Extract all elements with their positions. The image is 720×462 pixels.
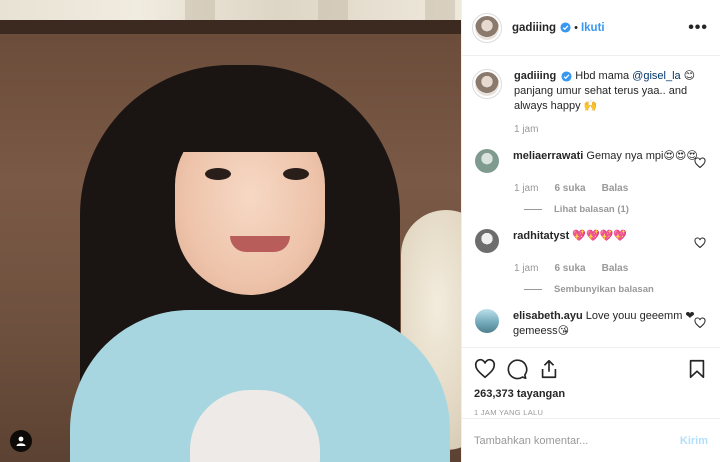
wall-tile (425, 0, 455, 22)
child-eye (205, 168, 231, 180)
divider (524, 289, 542, 290)
reply-button[interactable]: Balas (602, 263, 629, 274)
comment-item: elisabeth.ayu Love youu geeemm ❤ gemeess… (472, 309, 708, 339)
comment-input[interactable] (474, 434, 680, 447)
view-replies-label: Lihat balasan (1) (554, 204, 629, 215)
header-username[interactable]: gadiiing (512, 22, 556, 34)
avatar[interactable] (475, 229, 499, 253)
child-eye (283, 168, 309, 180)
caption-username[interactable]: gadiiing (514, 70, 556, 82)
heart-icon[interactable] (694, 157, 706, 169)
heart-icon[interactable] (694, 317, 706, 329)
comment-item: radhitatyst 💖💖💖💖 (472, 229, 708, 253)
comment-text: 💖💖💖💖 (572, 230, 628, 242)
post-header: gadiiing • Ikuti ••• (462, 0, 720, 56)
headboard-rim (0, 20, 461, 34)
comment-likes[interactable]: 6 suka (554, 263, 585, 274)
hide-replies-label: Sembunyikan balasan (554, 284, 654, 295)
divider (524, 209, 542, 210)
comment-time[interactable]: 1 jam (514, 263, 538, 274)
avatar[interactable] (472, 12, 502, 43)
comment-time[interactable]: 1 jam (514, 183, 538, 194)
verified-badge-icon (560, 22, 571, 33)
comments-list[interactable]: gadiiing Hbd mama @gisel_la 😊 panjang um… (462, 57, 720, 347)
follow-button[interactable]: Ikuti (581, 22, 605, 34)
share-icon[interactable] (538, 358, 560, 380)
avatar[interactable] (475, 149, 499, 173)
heart-icon[interactable] (694, 237, 706, 249)
hide-replies-button[interactable]: Sembunyikan balasan (524, 284, 708, 295)
heart-icon[interactable] (474, 358, 496, 380)
action-icons (474, 356, 708, 382)
comment-item: meliaerrawati Gemay nya mpi😍😍😍 (472, 149, 708, 173)
comment-username[interactable]: meliaerrawati (513, 150, 583, 162)
bookmark-icon[interactable] (686, 358, 708, 380)
user-tag-icon[interactable] (10, 430, 32, 452)
post-video[interactable] (0, 0, 461, 462)
comment-username[interactable]: radhitatyst (513, 230, 569, 242)
post-actions: 263,373 tayangan 1 JAM YANG LALU (462, 347, 720, 417)
comment-icon[interactable] (506, 358, 528, 380)
comment-text: Gemay nya mpi😍😍😍 (586, 150, 698, 162)
comment-username[interactable]: elisabeth.ayu (513, 310, 583, 322)
comment-meta: 1 jam 6 suka Balas (514, 263, 708, 274)
caption-text-pre: Hbd mama (575, 70, 633, 82)
comment-likes[interactable]: 6 suka (554, 183, 585, 194)
post-sidebar: gadiiing • Ikuti ••• gadiiing Hbd mama @… (461, 0, 720, 462)
caption-mention[interactable]: @gisel_la (632, 70, 680, 82)
comment-meta: 1 jam 6 suka Balas (514, 183, 708, 194)
caption-meta: 1 jam (514, 124, 708, 135)
caption: gadiiing Hbd mama @gisel_la 😊 panjang um… (472, 69, 708, 114)
view-count[interactable]: 263,373 tayangan (474, 388, 708, 400)
separator-dot: • (574, 21, 578, 34)
post-timestamp[interactable]: 1 JAM YANG LALU (474, 408, 708, 417)
child-bangs (168, 82, 333, 152)
wall-tile (318, 0, 348, 22)
caption-time[interactable]: 1 jam (514, 124, 538, 135)
wall-tile (185, 0, 215, 22)
child-mouth (230, 236, 290, 252)
add-comment-bar: Kirim (462, 418, 720, 462)
avatar[interactable] (472, 69, 502, 99)
reply-button[interactable]: Balas (602, 183, 629, 194)
post-comment-button[interactable]: Kirim (680, 435, 708, 447)
avatar[interactable] (475, 309, 499, 333)
more-options-icon[interactable]: ••• (688, 19, 708, 37)
verified-badge-icon (561, 71, 572, 82)
view-replies-button[interactable]: Lihat balasan (1) (524, 204, 708, 215)
